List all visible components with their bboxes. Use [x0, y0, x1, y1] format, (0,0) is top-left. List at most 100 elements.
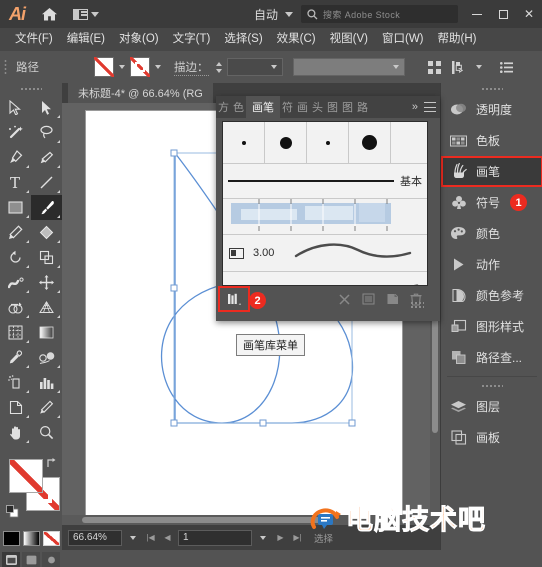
zoom-level-dropdown[interactable]	[126, 530, 140, 546]
dock-item-color-guide[interactable]: 颜色参考	[441, 280, 542, 311]
line-segment-tool[interactable]	[31, 170, 62, 195]
next-artboard-button[interactable]: ▶	[274, 530, 287, 546]
menu-item-object[interactable]: 对象(O)	[112, 28, 166, 51]
direct-selection-tool[interactable]	[31, 95, 62, 120]
stroke-dropdown[interactable]	[150, 57, 166, 77]
blend-tool[interactable]	[31, 345, 62, 370]
tools-panel-grip[interactable]	[0, 83, 62, 95]
workspace-switcher[interactable]: 自动	[246, 0, 301, 28]
panel-resize-grip[interactable]	[410, 301, 424, 309]
menu-item-file[interactable]: 文件(F)	[8, 28, 60, 51]
column-graph-tool[interactable]	[31, 370, 62, 395]
selection-tool[interactable]	[0, 95, 31, 120]
zoom-level-input[interactable]: 66.64%	[68, 529, 122, 546]
menu-item-edit[interactable]: 编辑(E)	[60, 28, 112, 51]
lasso-tool[interactable]	[31, 120, 62, 145]
normal-screen-mode-button[interactable]	[2, 552, 20, 567]
menu-item-view[interactable]: 视图(V)	[323, 28, 375, 51]
none-swatch-button[interactable]	[42, 531, 60, 546]
default-fill-stroke-icon[interactable]	[6, 505, 19, 518]
magic-wand-tool[interactable]	[0, 120, 31, 145]
pattern-brush-row[interactable]	[223, 199, 427, 235]
panel-menu-icon[interactable]	[424, 102, 436, 112]
new-brush-button[interactable]	[380, 289, 404, 309]
fill-swatch[interactable]	[94, 57, 114, 77]
panel-tab-clipped-4[interactable]: 画	[295, 96, 310, 118]
full-screen-with-menu-button[interactable]	[22, 552, 40, 567]
pencil-tool[interactable]	[0, 220, 31, 245]
panel-tab-clipped-7[interactable]: 图	[340, 96, 355, 118]
arrange-documents-button[interactable]	[64, 0, 108, 28]
zoom-tool[interactable]	[31, 420, 62, 445]
brush-thumbnail[interactable]	[265, 122, 307, 163]
free-transform-tool[interactable]	[31, 270, 62, 295]
close-button[interactable]: ✕	[516, 0, 542, 28]
width-tool[interactable]	[0, 270, 31, 295]
type-tool[interactable]: T	[0, 170, 31, 195]
control-bar-grip[interactable]	[0, 51, 10, 83]
dock-item-pathfinder[interactable]: 路径查...	[441, 342, 542, 373]
basic-brush-row[interactable]: 基本	[223, 164, 427, 199]
menu-item-type[interactable]: 文字(T)	[166, 28, 218, 51]
align-icon[interactable]	[423, 55, 447, 79]
rectangle-tool[interactable]	[0, 195, 31, 220]
eyedropper-tool[interactable]	[0, 345, 31, 370]
color-swatch-button[interactable]	[2, 531, 20, 546]
panel-tab-clipped-1[interactable]: 色	[231, 96, 246, 118]
brush-thumbnail[interactable]	[223, 122, 265, 163]
hand-tool[interactable]	[0, 420, 31, 445]
swap-fill-stroke-icon[interactable]	[46, 457, 58, 472]
dock-item-artboards[interactable]: 画板	[441, 422, 542, 453]
slice-tool[interactable]	[31, 395, 62, 420]
stroke-weight-label[interactable]: 描边：	[174, 59, 209, 76]
perspective-grid-tool[interactable]	[31, 295, 62, 320]
menu-item-window[interactable]: 窗口(W)	[375, 28, 431, 51]
panel-tab-clipped-6[interactable]: 图	[325, 96, 340, 118]
minimize-button[interactable]	[464, 0, 490, 28]
dock-item-actions[interactable]: 动作	[441, 249, 542, 280]
remove-brush-stroke-button[interactable]	[332, 289, 356, 309]
search-input[interactable]: 搜索 Adobe Stock	[301, 5, 458, 23]
canvas-horizontal-scrollbar[interactable]	[62, 515, 440, 525]
shape-builder-tool[interactable]	[0, 295, 31, 320]
scale-tool[interactable]	[31, 245, 62, 270]
panel-tab-brushes[interactable]: 画笔	[246, 96, 280, 118]
stroke-profile-select[interactable]	[292, 58, 405, 76]
brush-options-button[interactable]	[356, 289, 380, 309]
curvature-tool[interactable]	[31, 145, 62, 170]
brush-thumbnail[interactable]	[307, 122, 349, 163]
dock-item-swatches[interactable]: 色板	[441, 125, 542, 156]
art-brush-row[interactable]: 3.00	[223, 235, 427, 272]
more-options-icon[interactable]	[495, 55, 519, 79]
mesh-tool[interactable]	[0, 320, 31, 345]
dock-item-transparency[interactable]: 透明度	[441, 94, 542, 125]
dock-grip-lower[interactable]	[441, 380, 542, 391]
stroke-weight-stepper[interactable]	[214, 57, 225, 77]
full-screen-mode-button[interactable]	[42, 552, 60, 567]
transform-icon[interactable]	[447, 55, 471, 79]
brushes-list[interactable]: 基本 3.00	[222, 121, 428, 286]
dock-item-color[interactable]: 颜色	[441, 218, 542, 249]
maximize-button[interactable]	[490, 0, 516, 28]
fill-swatch-large[interactable]	[9, 459, 43, 493]
home-icon[interactable]	[34, 0, 64, 28]
menu-item-help[interactable]: 帮助(H)	[431, 28, 484, 51]
symbol-sprayer-tool[interactable]	[0, 370, 31, 395]
paintbrush-tool[interactable]	[31, 195, 62, 220]
first-artboard-button[interactable]: |◀	[144, 530, 157, 546]
panel-tab-clipped-8[interactable]: 路	[355, 96, 370, 118]
pen-tool[interactable]	[0, 145, 31, 170]
panel-tab-clipped-3[interactable]: 符	[280, 96, 295, 118]
fill-dropdown[interactable]	[114, 57, 130, 77]
artboard-tool[interactable]	[0, 395, 31, 420]
artboard-number-dropdown[interactable]	[256, 530, 270, 546]
transform-dropdown[interactable]	[471, 57, 487, 77]
stroke-weight-input[interactable]	[226, 58, 283, 76]
dock-item-graphic-styles[interactable]: 图形样式	[441, 311, 542, 342]
menu-item-select[interactable]: 选择(S)	[217, 28, 269, 51]
document-tab[interactable]: 未标题-4* @ 66.64% (RG	[68, 83, 213, 103]
gradient-tool[interactable]	[31, 320, 62, 345]
previous-artboard-button[interactable]: ◀	[161, 530, 174, 546]
shaper-tool[interactable]	[31, 220, 62, 245]
last-artboard-button[interactable]: ▶|	[291, 530, 304, 546]
